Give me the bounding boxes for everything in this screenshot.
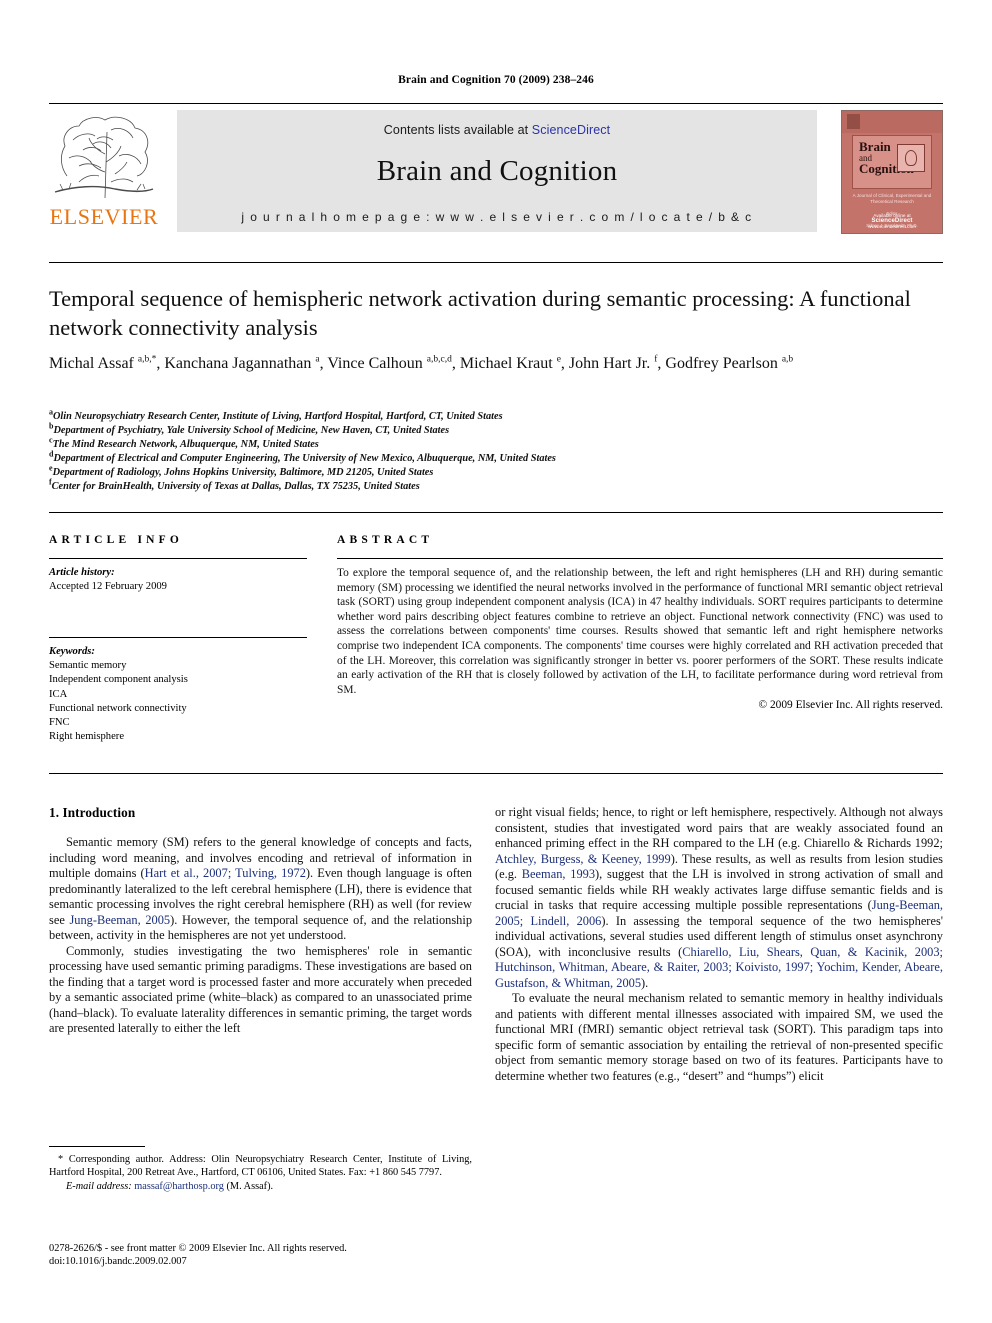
citation-link[interactable]: Beeman, 1993 bbox=[522, 867, 595, 881]
journal-masthead: ELSEVIER Contents lists available at Sci… bbox=[49, 103, 943, 237]
keyword-item: Right hemisphere bbox=[49, 731, 125, 743]
body-paragraph: To evaluate the neural mechanism related… bbox=[495, 991, 943, 1083]
keyword-item: Semantic memory bbox=[49, 660, 127, 671]
imprint-block: 0278-2626/$ - see front matter © 2009 El… bbox=[49, 1242, 519, 1269]
journal-homepage-url[interactable]: j o u r n a l h o m e p a g e : w w w . … bbox=[177, 210, 817, 224]
title-divider bbox=[49, 262, 943, 263]
abstract-rule bbox=[337, 558, 943, 559]
cover-subtitle: A Journal of Clinical, Experimental and … bbox=[852, 193, 932, 204]
body-paragraph: or right visual fields; hence, to right … bbox=[495, 805, 944, 990]
body-column-right: or right visual fields; hence, to right … bbox=[495, 805, 943, 1084]
email-link[interactable]: massaf@harthosp.org bbox=[134, 1181, 224, 1192]
affiliation-text: Department of Electrical and Computer En… bbox=[53, 453, 556, 465]
article-info-column: ARTICLE INFO Article history: Accepted 1… bbox=[49, 534, 307, 745]
affiliation-text: Department of Psychiatry, Yale Universit… bbox=[53, 425, 450, 437]
email-suffix: (M. Assaf). bbox=[223, 1181, 274, 1193]
affiliation-item: eDepartment of Radiology, Johns Hopkins … bbox=[49, 464, 939, 480]
issn-line: 0278-2626/$ - see front matter © 2009 El… bbox=[49, 1243, 347, 1254]
keywords-list: Semantic memory Independent component an… bbox=[49, 659, 307, 745]
journal-cover-thumbnail: Brain and Cognition A Journal of Clinica… bbox=[841, 110, 943, 234]
sciencedirect-link[interactable]: ScienceDirect bbox=[532, 123, 610, 137]
keyword-item: Independent component analysis bbox=[49, 674, 188, 686]
page-title: Temporal sequence of hemispheric network… bbox=[49, 286, 911, 340]
cover-title-box: Brain and Cognition bbox=[852, 135, 932, 189]
affiliation-item: fCenter for BrainHealth, University of T… bbox=[49, 479, 939, 494]
body-paragraph: Semantic memory (SM) refers to the gener… bbox=[49, 835, 473, 942]
citation-link[interactable]: Hart et al., 2007; Tulving, 1972 bbox=[145, 866, 306, 880]
affiliation-list: aOlin Neuropsychiatry Research Center, I… bbox=[49, 408, 939, 495]
keyword-item: ICA bbox=[49, 688, 68, 700]
doi-line: doi:10.1016/j.bandc.2009.02.007 bbox=[49, 1256, 187, 1268]
keyword-item: Functional network connectivity bbox=[49, 702, 187, 714]
cover-footer: Available online at ScienceDirect www.sc… bbox=[842, 213, 942, 229]
email-address-label: E-mail address: bbox=[66, 1181, 132, 1193]
paper-page: Brain and Cognition 70 (2009) 238–246 EL… bbox=[0, 0, 992, 1323]
footnote-email-line: E-mail address: massaf@harthosp.org (M. … bbox=[49, 1180, 472, 1193]
keywords-block: Keywords: Semantic memory Independent co… bbox=[49, 637, 307, 745]
keyword-item: FNC bbox=[49, 717, 70, 729]
running-head: Brain and Cognition 70 (2009) 238–246 bbox=[398, 74, 594, 86]
abstract-column: ABSTRACT To explore the temporal sequenc… bbox=[337, 534, 943, 713]
citation-link[interactable]: Atchley, Burgess, & Keeney, 1999 bbox=[495, 852, 671, 866]
abstract-body: To explore the temporal sequence of, and… bbox=[337, 567, 943, 696]
keywords-rule bbox=[49, 637, 307, 638]
author-list: Michal Assaf a,b,*, Kanchana Jagannathan… bbox=[49, 354, 794, 372]
journal-banner: Contents lists available at ScienceDirec… bbox=[177, 110, 817, 232]
article-history-label: Article history: bbox=[49, 567, 115, 578]
abstract-heading: ABSTRACT bbox=[337, 534, 434, 546]
affiliation-item: cThe Mind Research Network, Albuquerque,… bbox=[49, 436, 939, 452]
abstract-copyright: © 2009 Elsevier Inc. All rights reserved… bbox=[758, 699, 943, 712]
article-info-rule bbox=[49, 558, 307, 559]
affiliation-text: The Mind Research Network, Albuquerque, … bbox=[52, 439, 319, 451]
footnote-text: * Corresponding author. Address: Olin Ne… bbox=[49, 1153, 472, 1179]
cover-header-band bbox=[842, 111, 942, 133]
footnote-divider bbox=[49, 1146, 145, 1147]
cover-brain-emblem-icon bbox=[897, 144, 925, 172]
body-paragraph: Commonly, studies investigating the two … bbox=[49, 943, 472, 1036]
affiliation-text: Department of Radiology, Johns Hopkins U… bbox=[52, 467, 434, 479]
contents-prefix: Contents lists available at bbox=[383, 123, 532, 137]
affiliation-text: Center for BrainHealth, University of Te… bbox=[51, 481, 420, 493]
affiliation-text: Olin Neuropsychiatry Research Center, In… bbox=[53, 411, 503, 422]
article-info-top-divider bbox=[49, 512, 943, 513]
elsevier-tree-icon bbox=[49, 110, 159, 205]
body-column-left: 1. Introduction Semantic memory (SM) ref… bbox=[49, 805, 472, 1037]
cover-elsevier-icon bbox=[847, 114, 860, 129]
affiliation-item: aOlin Neuropsychiatry Research Center, I… bbox=[49, 408, 939, 424]
article-info-bottom-divider bbox=[49, 773, 943, 774]
elsevier-wordmark: ELSEVIER bbox=[49, 204, 159, 229]
citation-link[interactable]: Jung-Beeman, 2005 bbox=[69, 913, 170, 927]
footnote-body: Corresponding author. Address: Olin Neur… bbox=[49, 1154, 472, 1179]
cover-title-line1: Brain bbox=[859, 139, 891, 154]
affiliation-item: dDepartment of Electrical and Computer E… bbox=[49, 450, 939, 466]
cover-sciencedirect-url: www.sciencedirect.com bbox=[868, 224, 916, 229]
keywords-label: Keywords: bbox=[49, 646, 95, 657]
contents-list-line: Contents lists available at ScienceDirec… bbox=[177, 123, 817, 137]
journal-title: Brain and Cognition bbox=[376, 155, 618, 187]
article-info-heading: ARTICLE INFO bbox=[49, 534, 184, 546]
affiliation-item: bDepartment of Psychiatry, Yale Universi… bbox=[49, 422, 939, 438]
article-history-value: Accepted 12 February 2009 bbox=[49, 581, 167, 592]
section-heading-introduction: 1. Introduction bbox=[49, 805, 136, 820]
corresponding-author-footnote: * Corresponding author. Address: Olin Ne… bbox=[49, 1146, 472, 1194]
elsevier-logo: ELSEVIER bbox=[49, 110, 159, 232]
